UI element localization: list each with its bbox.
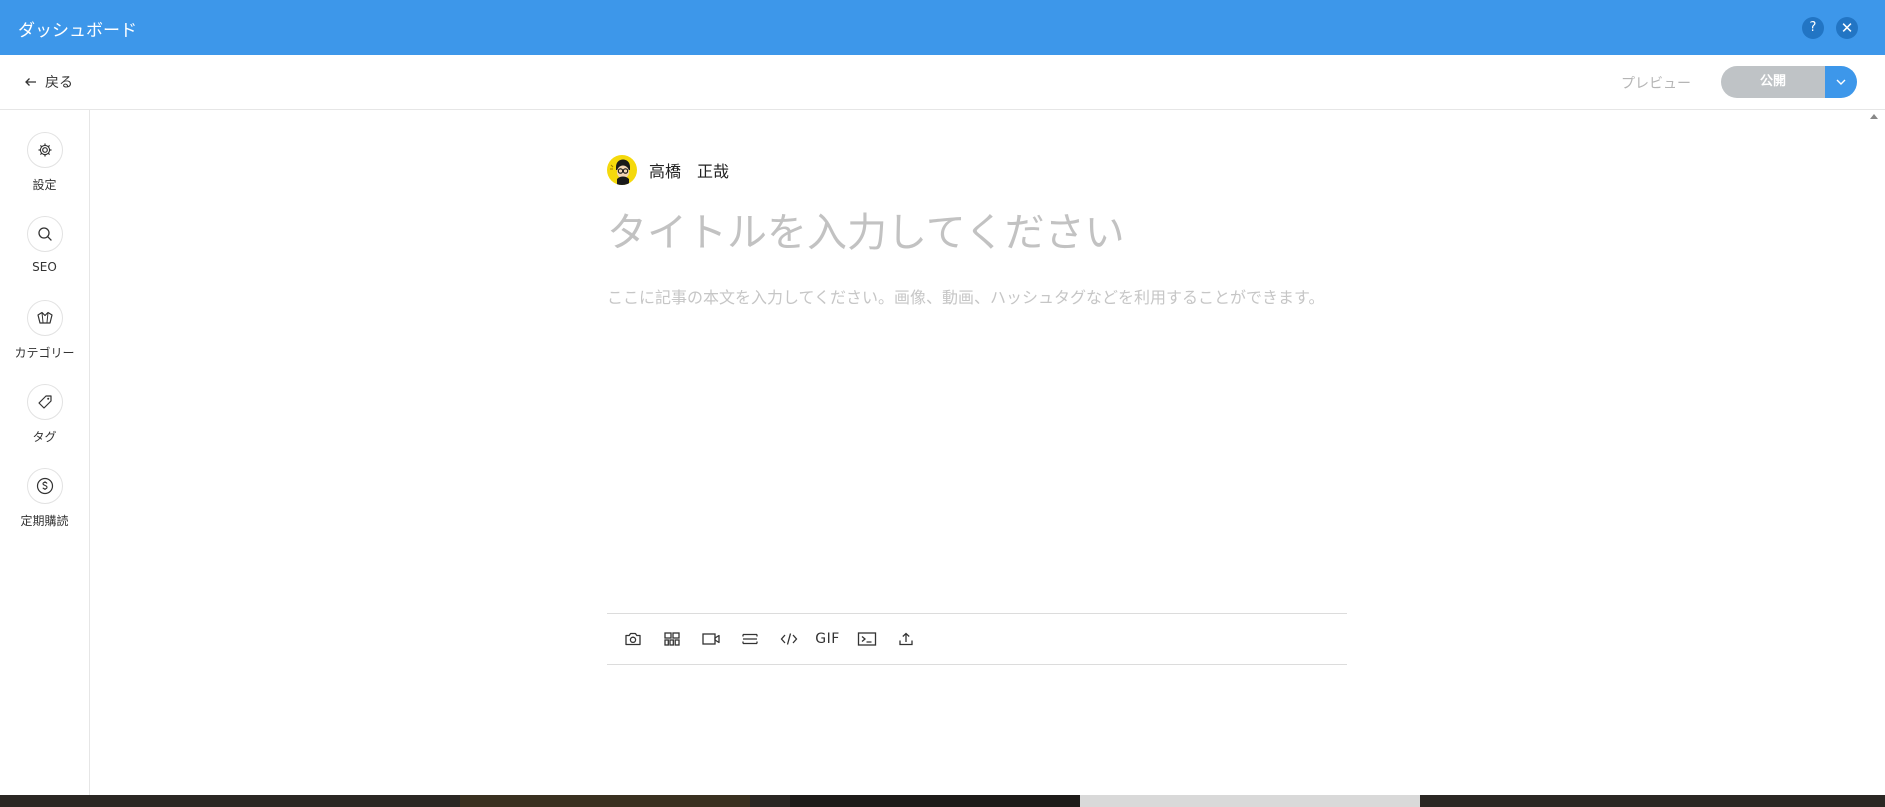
- close-button[interactable]: ✕: [1836, 17, 1858, 39]
- background-thumbnail: [1080, 795, 1420, 807]
- insert-divider-button[interactable]: [730, 614, 769, 664]
- insert-file-button[interactable]: [886, 614, 925, 664]
- sidebar-item-tag[interactable]: タグ: [0, 384, 89, 445]
- category-icon: [36, 311, 53, 324]
- insert-gif-button[interactable]: GIF: [808, 614, 847, 664]
- search-icon: [37, 227, 52, 241]
- tag-icon: [37, 395, 52, 409]
- gear-icon: [38, 143, 51, 157]
- sidebar-label: SEO: [32, 260, 57, 274]
- preview-button[interactable]: プレビュー: [1621, 73, 1691, 93]
- title-input[interactable]: [607, 210, 1347, 256]
- avatar-illustration-icon: [610, 159, 630, 185]
- upload-icon: [898, 632, 913, 646]
- article-editor: 高橋 正哉: [607, 155, 1347, 348]
- editor-header: 戻る プレビュー 公開: [0, 55, 1885, 110]
- publish-group: 公開: [1721, 66, 1857, 98]
- sidebar-icon-wrap: [26, 216, 63, 252]
- sidebar-item-category[interactable]: カテゴリー: [0, 300, 89, 361]
- sidebar-icon-wrap: [26, 384, 63, 420]
- sidebar-item-subscription[interactable]: 定期購読: [0, 468, 89, 529]
- insert-code-button[interactable]: [847, 614, 886, 664]
- gallery-icon: [663, 632, 680, 646]
- scroll-up-icon[interactable]: [1870, 114, 1878, 119]
- insert-video-button[interactable]: [691, 614, 730, 664]
- insert-image-button[interactable]: [613, 614, 652, 664]
- back-button[interactable]: 戻る: [24, 72, 73, 92]
- sidebar-label: タグ: [32, 430, 57, 444]
- sidebar-icon-wrap: [26, 468, 63, 504]
- publish-button[interactable]: 公開: [1721, 66, 1825, 98]
- insert-gallery-button[interactable]: [652, 614, 691, 664]
- avatar: [607, 155, 637, 185]
- sidebar-label: カテゴリー: [14, 346, 75, 360]
- author-row: 高橋 正哉: [607, 155, 1347, 185]
- window-title: ダッシュボード: [18, 21, 137, 41]
- embed-code-icon: [780, 633, 797, 645]
- chevron-down-icon: [1836, 79, 1846, 85]
- settings-sidebar: 設定 SEO カテゴリー タグ 定期購読: [0, 110, 90, 795]
- sidebar-label: 定期購読: [20, 514, 69, 528]
- arrow-left-icon: [25, 78, 36, 86]
- background-thumbnail: [790, 795, 1080, 807]
- video-icon: [701, 633, 720, 645]
- back-label: 戻る: [45, 75, 73, 91]
- author-name: 高橋 正哉: [649, 162, 730, 181]
- dollar-icon: [36, 477, 53, 495]
- body-input[interactable]: [607, 284, 1347, 344]
- sidebar-item-seo[interactable]: SEO: [0, 216, 89, 274]
- background-taskbar: [0, 795, 1885, 807]
- help-button[interactable]: ?: [1802, 17, 1824, 39]
- insert-embed-button[interactable]: [769, 614, 808, 664]
- camera-icon: [624, 632, 641, 646]
- sidebar-label: 設定: [32, 178, 57, 192]
- gif-icon: GIF: [815, 631, 840, 647]
- publish-dropdown-button[interactable]: [1825, 66, 1857, 98]
- insert-toolbar: GIF: [607, 613, 1347, 665]
- dashboard-window: ダッシュボード ? ✕ 戻る プレビュー 公開 設定 SEO カテゴリー タグ …: [0, 0, 1885, 795]
- scrollbar[interactable]: [1862, 110, 1885, 795]
- terminal-icon: [857, 632, 876, 646]
- title-bar: ダッシュボード ? ✕: [0, 0, 1885, 55]
- sidebar-icon-wrap: [26, 300, 63, 336]
- divider-icon: [741, 633, 758, 645]
- sidebar-item-settings[interactable]: 設定: [0, 132, 89, 193]
- background-thumbnail: [460, 795, 750, 807]
- sidebar-icon-wrap: [26, 132, 63, 168]
